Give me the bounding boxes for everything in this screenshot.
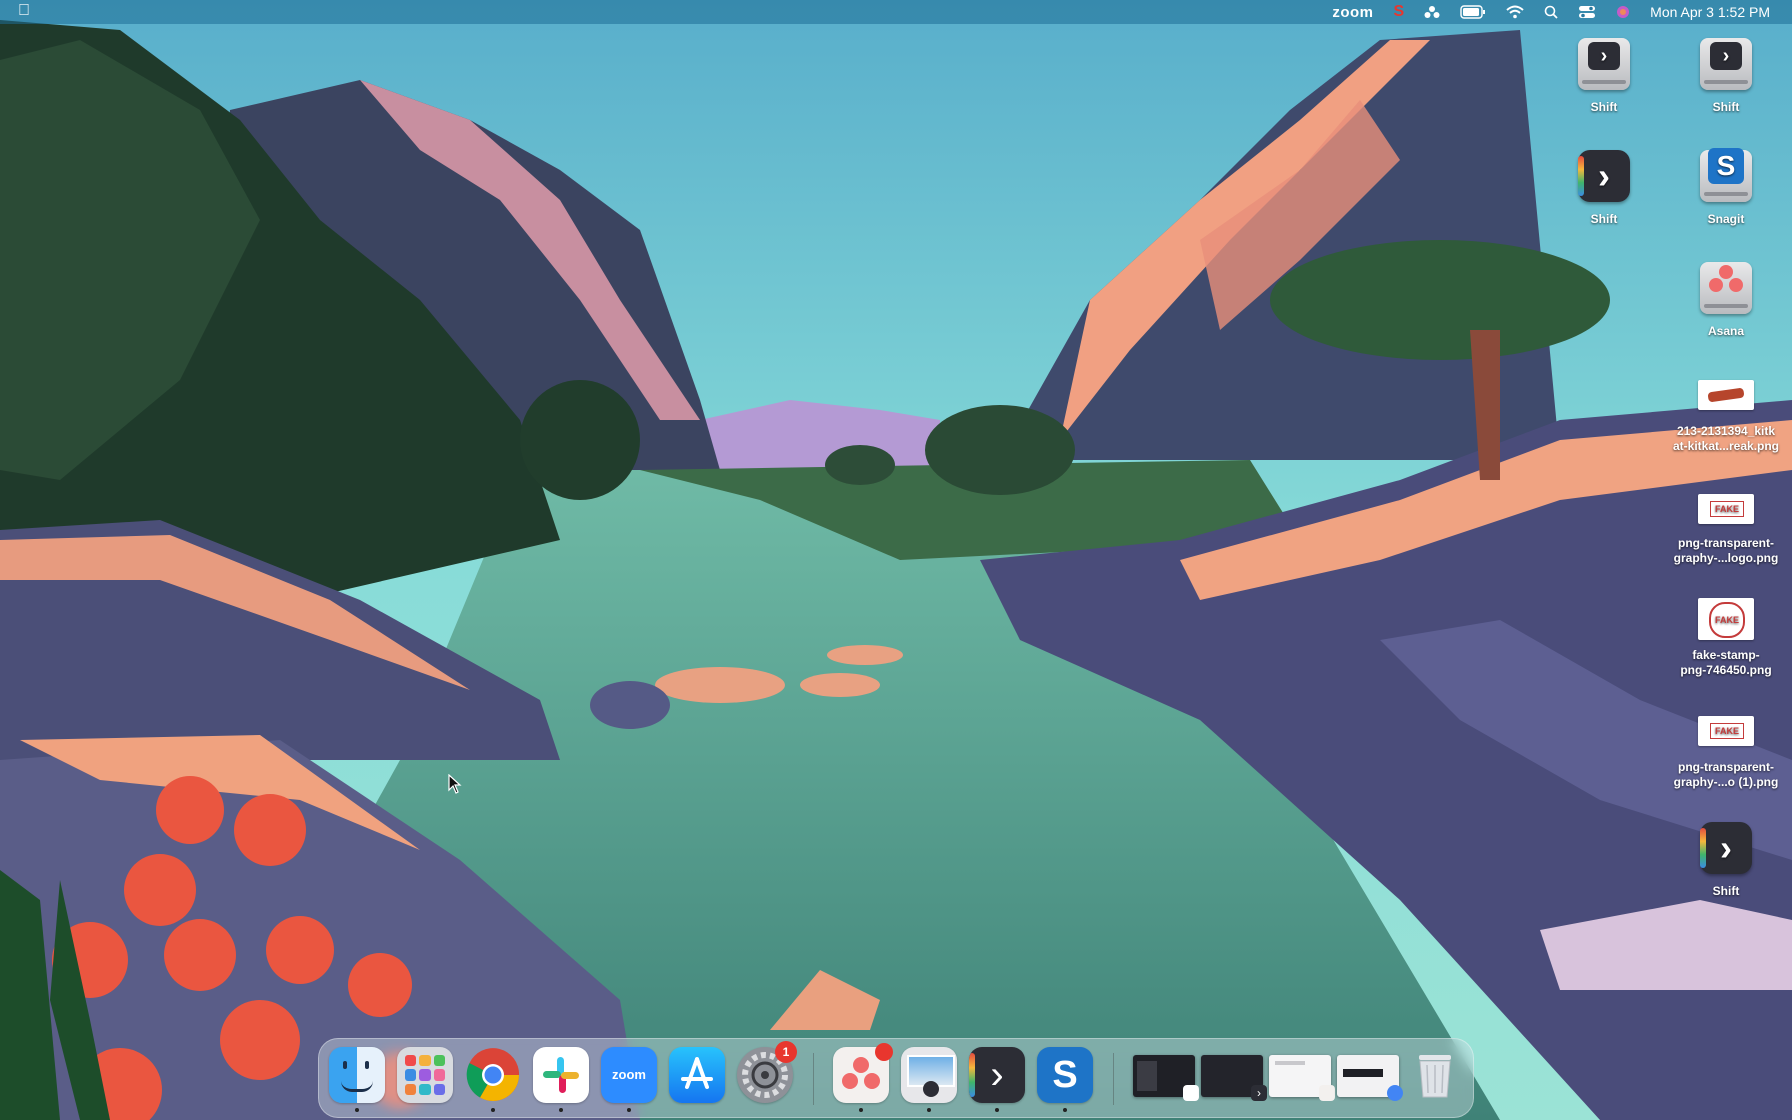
fake-stamp-text: FAKE <box>1710 723 1744 739</box>
dock-snagit[interactable]: S <box>1037 1047 1093 1112</box>
desktop-icon-label: Snagit <box>1707 212 1745 226</box>
dock-preview[interactable] <box>901 1047 957 1112</box>
shift-app-icon: › <box>1694 816 1758 880</box>
zoom-icon: zoom <box>601 1047 657 1103</box>
chrome-icon <box>465 1047 521 1103</box>
image-file-icon: FAKE <box>1694 708 1758 756</box>
image-file-icon: FAKE <box>1694 596 1758 644</box>
snagit-icon[interactable]: S <box>1393 3 1404 21</box>
desktop-icon-fake-stamp-png[interactable]: FAKE fake-stamp- png-746450.png <box>1666 596 1786 678</box>
window-thumb-chrome[interactable] <box>1337 1055 1403 1101</box>
dock-separator <box>813 1053 814 1105</box>
desktop-icon-shift-app-1[interactable]: › Shift <box>1544 144 1664 227</box>
desktop-icon-kitkat-png[interactable]: 213-2131394_kitk at-kitkat...reak.png <box>1666 372 1786 454</box>
finder-icon <box>329 1047 385 1103</box>
dock-zoom-label: zoom <box>612 1067 646 1082</box>
window-thumb-shift[interactable]: › <box>1201 1055 1267 1101</box>
desktop-icon-shift-drive-1[interactable]: › Shift <box>1544 32 1664 115</box>
desktop-icon-label-line2: graphy-...logo.png <box>1673 551 1779 565</box>
dock-system-settings[interactable]: 1 <box>737 1041 797 1103</box>
desktop-icon-label: Shift <box>1590 100 1618 114</box>
search-icon[interactable] <box>1544 5 1558 19</box>
wifi-icon[interactable] <box>1506 5 1524 19</box>
dock: zoom 1 › S › <box>318 1038 1474 1118</box>
desktop-icon-asana[interactable]: Asana <box>1666 256 1786 339</box>
dock-slack[interactable] <box>533 1047 589 1112</box>
shift-drive-icon: › <box>1694 32 1758 96</box>
desktop-icon-label-line1: 213-2131394_kitk <box>1676 424 1776 438</box>
desktop-icon-shift-drive-2[interactable]: › Shift <box>1666 32 1786 115</box>
menubar-clock[interactable]: Mon Apr 3 1:52 PM <box>1650 4 1770 20</box>
menu-bar:  zoom S Mon Apr 3 1:52 PM <box>0 0 1792 24</box>
desktop-icon-label: Shift <box>1590 212 1618 226</box>
dock-separator <box>1113 1053 1114 1105</box>
snagit-icon: S <box>1037 1047 1093 1103</box>
asana-icon[interactable] <box>1424 5 1440 19</box>
dock-launchpad[interactable] <box>397 1047 453 1103</box>
desktop-icon-label: Asana <box>1707 324 1745 338</box>
desktop-icon-label-line2: png-746450.png <box>1680 663 1772 677</box>
dock-app-store[interactable] <box>669 1047 725 1103</box>
snagit-drive-icon: S <box>1694 144 1758 208</box>
desktop-icon-fake-logo-png[interactable]: FAKE png-transparent- graphy-...logo.png <box>1666 484 1786 566</box>
zoom-menu[interactable]: zoom <box>1332 4 1373 21</box>
desktop-icon-fake-logo-1-png[interactable]: FAKE png-transparent- graphy-...o (1).pn… <box>1666 708 1786 790</box>
notification-badge <box>875 1043 893 1061</box>
dock-chrome[interactable] <box>465 1047 521 1112</box>
image-file-icon: FAKE <box>1694 484 1758 532</box>
dock-asana[interactable] <box>833 1043 893 1112</box>
desktop-icon-label-line2: graphy-...o (1).png <box>1673 775 1779 789</box>
mouse-cursor <box>448 774 462 794</box>
shift-app-icon: › <box>1572 144 1636 208</box>
desktop-icon-label-line2: at-kitkat...reak.png <box>1672 439 1780 453</box>
siri-icon[interactable] <box>1616 5 1630 19</box>
shift-icon: › <box>969 1047 1025 1103</box>
app-store-icon <box>669 1047 725 1103</box>
slack-icon <box>533 1047 589 1103</box>
dock-trash[interactable] <box>1407 1047 1463 1103</box>
desktop-icon-label-line1: png-transparent- <box>1678 760 1774 774</box>
image-file-icon <box>1694 372 1758 420</box>
launchpad-icon <box>397 1047 453 1103</box>
desktop-icon-snagit[interactable]: S Snagit <box>1666 144 1786 227</box>
desktop-icon-label-line1: fake-stamp- <box>1692 648 1760 662</box>
desktop-icon-label: Shift <box>1712 100 1740 114</box>
apple-icon[interactable]:  <box>18 2 30 20</box>
trash-icon <box>1407 1047 1463 1103</box>
window-thumb-slack[interactable] <box>1133 1055 1199 1101</box>
dock-shift[interactable]: › <box>969 1047 1025 1112</box>
battery-icon[interactable] <box>1460 5 1486 19</box>
desktop-wallpaper <box>0 0 1792 1120</box>
shift-drive-icon: › <box>1572 32 1636 96</box>
dock-zoom[interactable]: zoom <box>601 1047 657 1112</box>
dock-finder[interactable] <box>329 1047 385 1112</box>
fake-stamp-text: FAKE <box>1709 602 1745 638</box>
notification-badge: 1 <box>775 1041 797 1063</box>
desktop-icon-label: Shift <box>1712 884 1740 898</box>
desktop-icon-label-line1: png-transparent- <box>1678 536 1774 550</box>
desktop-icon-shift-app-2[interactable]: › Shift <box>1666 816 1786 899</box>
window-thumb-asana[interactable] <box>1269 1055 1335 1101</box>
preview-icon <box>901 1047 957 1103</box>
fake-stamp-text: FAKE <box>1710 501 1744 517</box>
control-center-icon[interactable] <box>1578 5 1596 19</box>
asana-drive-icon <box>1694 256 1758 320</box>
